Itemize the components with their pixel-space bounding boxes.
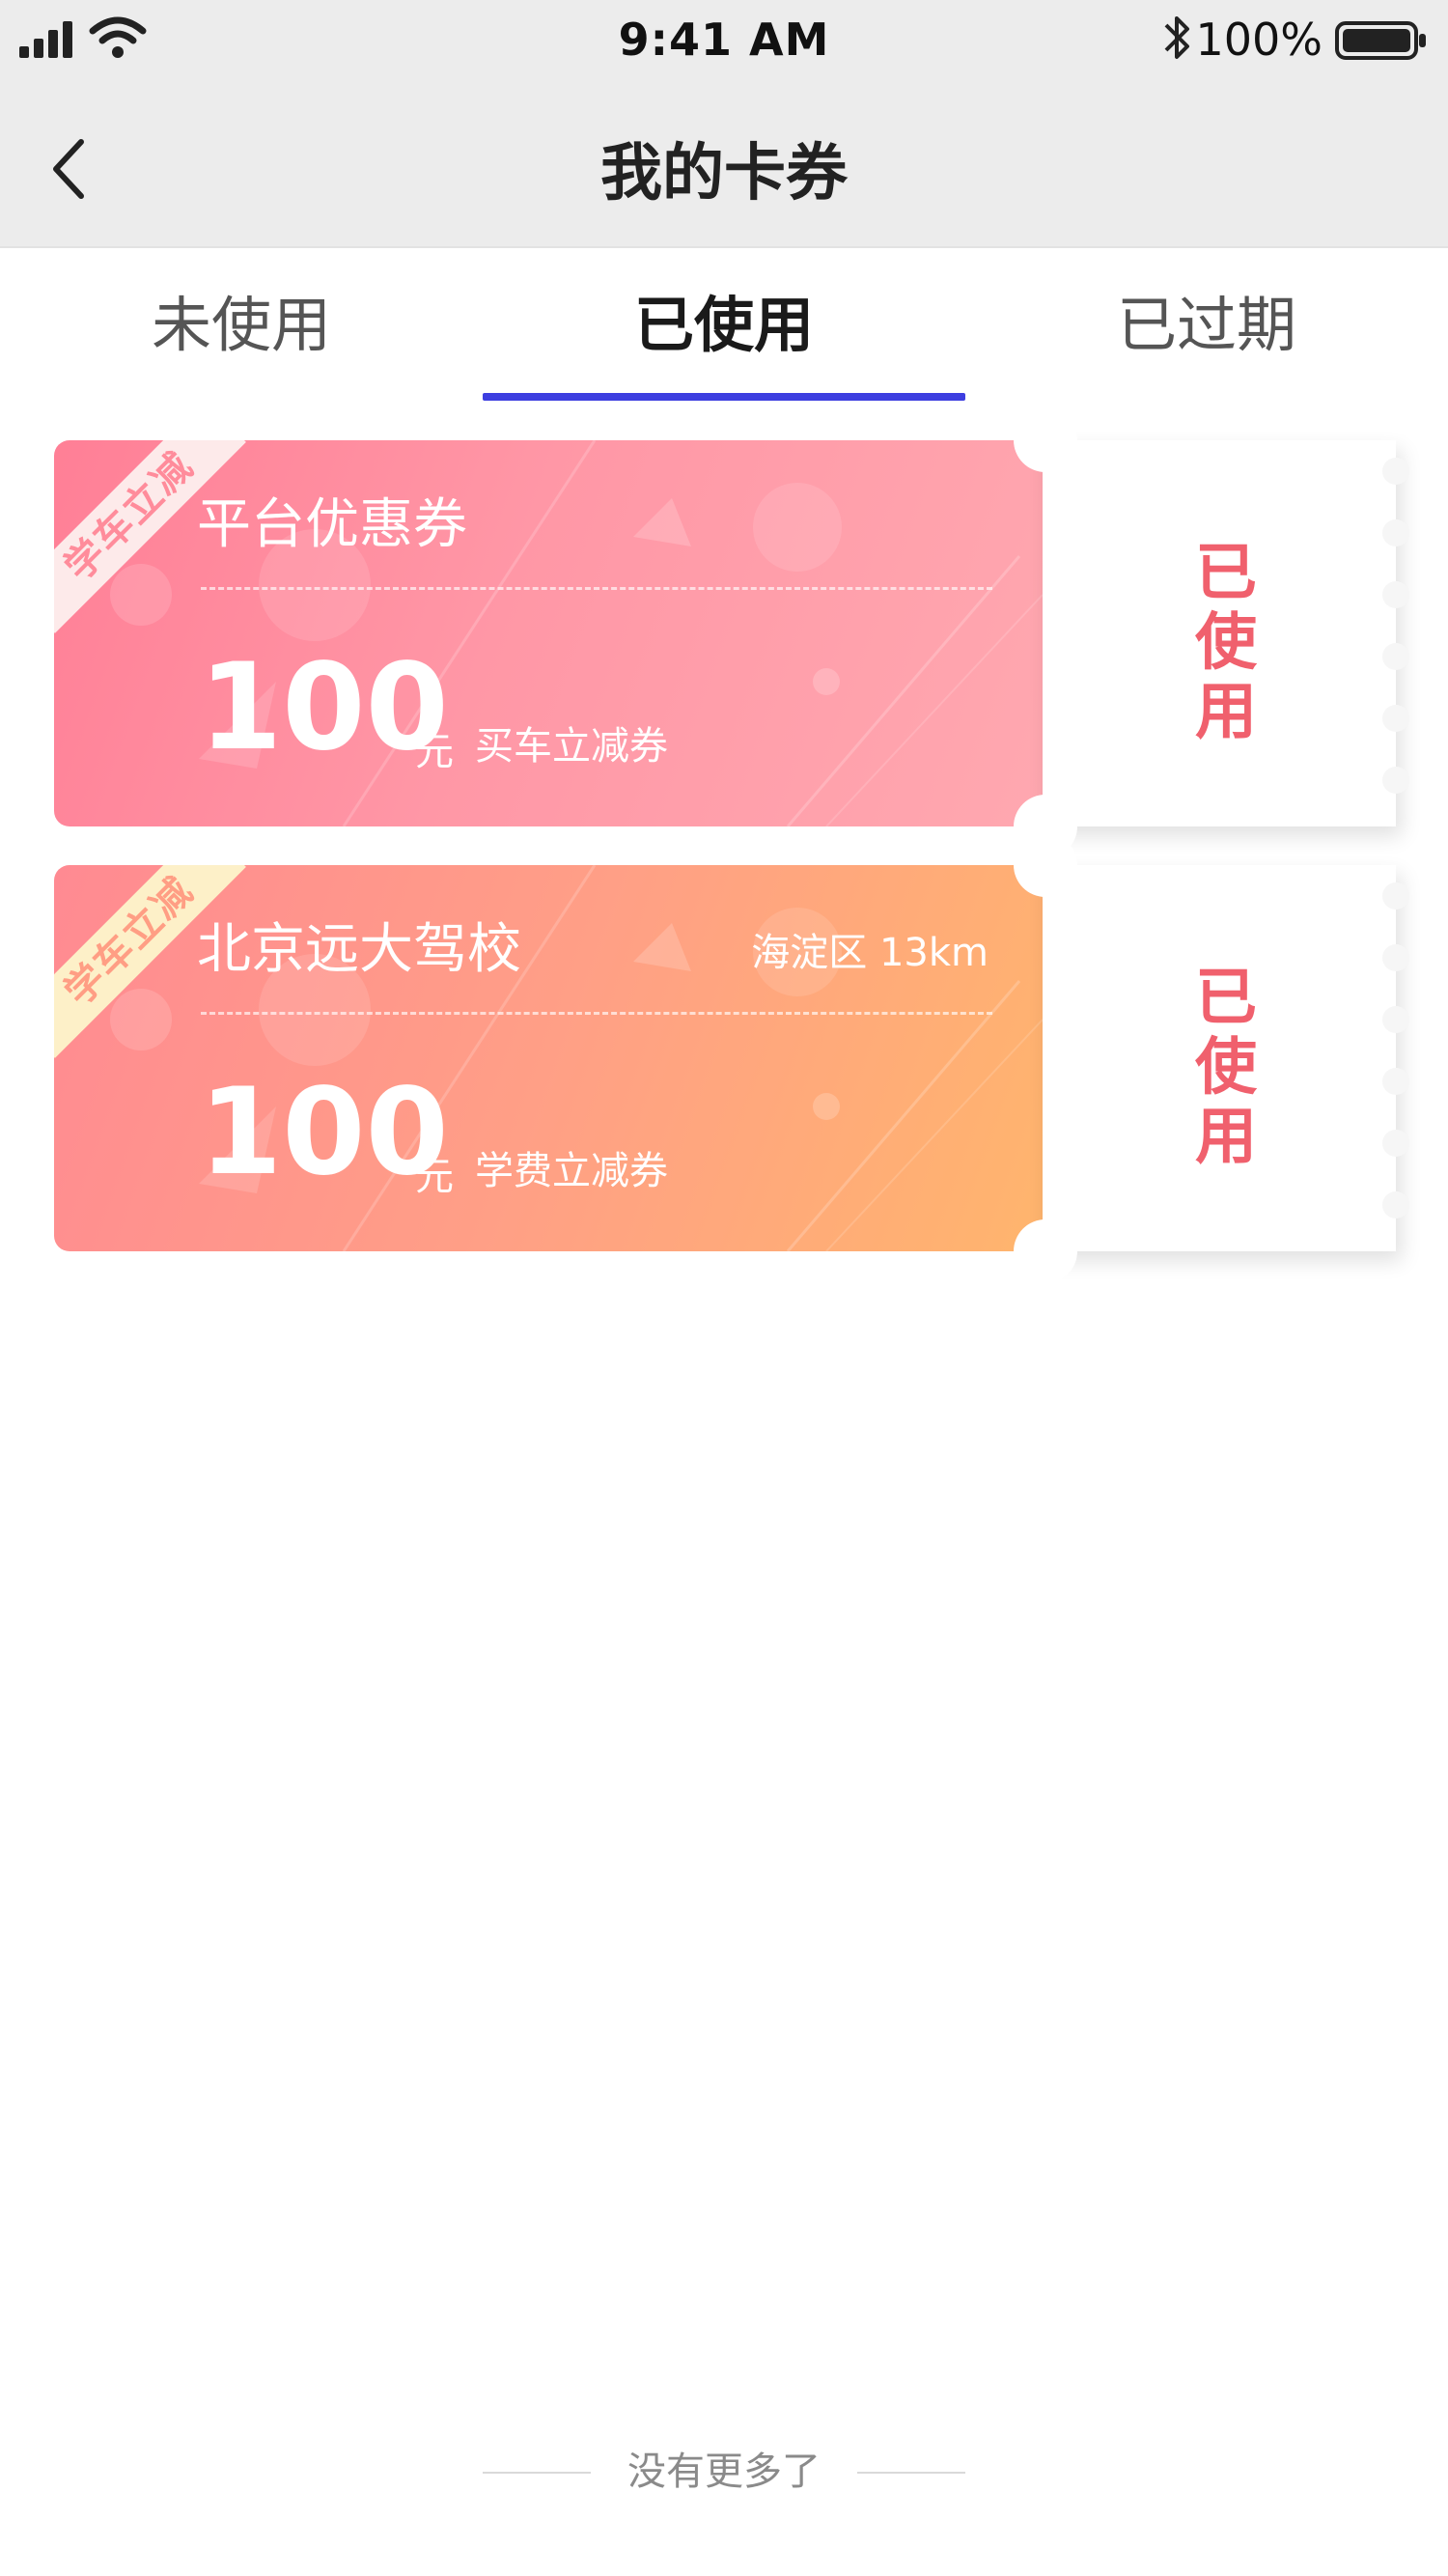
coupon-body: 学车立减 平台优惠券 100 元 买车立减券 [54, 440, 1043, 826]
coupon-amount: 100 [199, 1063, 449, 1202]
perforation [1382, 944, 1409, 971]
coupon-status: 已使用 [1195, 538, 1257, 748]
perforation [1382, 1130, 1409, 1157]
coupon-status: 已使用 [1195, 963, 1257, 1173]
perforation [1382, 643, 1409, 670]
coupon-unit: 元 [415, 1155, 454, 1199]
coupon-card[interactable]: 学车立减 北京远大驾校 海淀区 13km 100 元 学费立减券 已使用 [54, 833, 1409, 1283]
navigation-bar: 我的卡券 [0, 106, 1448, 222]
battery-icon [1335, 21, 1426, 60]
coupon-amount: 100 [199, 638, 449, 777]
no-more-text: 没有更多了 [627, 2450, 821, 2494]
tab-unused[interactable]: 未使用 [0, 248, 483, 403]
coupon-notch-top [1014, 833, 1077, 897]
coupon-notch-bottom [1014, 1219, 1077, 1283]
page-title: 我的卡券 [600, 138, 848, 210]
tab-used[interactable]: 已使用 [483, 248, 965, 403]
coupon-body: 学车立减 北京远大驾校 海淀区 13km 100 元 学费立减券 [54, 865, 1043, 1251]
perforation [1382, 1068, 1409, 1095]
coupon-unit: 元 [415, 730, 454, 774]
tab-expired[interactable]: 已过期 [965, 248, 1448, 403]
coupon-notch-top [1014, 408, 1077, 472]
footer-divider-right [857, 2472, 965, 2474]
perforation [1382, 1006, 1409, 1033]
tab-bar: 未使用 已使用 已过期 [0, 248, 1448, 403]
coupon-stub: 已使用 [1043, 440, 1409, 826]
status-bar: 9:41 AM 100% [0, 0, 1448, 82]
top-bar: 9:41 AM 100% 我的卡券 [0, 0, 1448, 248]
perforation [1382, 581, 1409, 608]
coupon-location: 海淀区 13km [751, 931, 989, 975]
bluetooth-icon [1164, 16, 1189, 59]
perforation [1382, 882, 1409, 910]
coupon-description: 学费立减券 [475, 1149, 668, 1193]
battery-percent: 100% [1195, 14, 1323, 66]
coupon-name: 平台优惠券 [197, 493, 467, 556]
coupon-stub: 已使用 [1043, 865, 1409, 1251]
perforation [1382, 767, 1409, 794]
coupon-divider [201, 587, 992, 590]
list-end-footer: 没有更多了 [0, 2443, 1448, 2501]
coupon-divider [201, 1012, 992, 1015]
coupon-description: 买车立减券 [475, 724, 668, 769]
perforation [1382, 705, 1409, 732]
perforation [1382, 519, 1409, 546]
active-tab-indicator [483, 393, 965, 401]
coupon-card[interactable]: 学车立减 平台优惠券 100 元 买车立减券 已使用 [54, 408, 1409, 858]
perforation [1382, 1191, 1409, 1218]
perforation [1382, 458, 1409, 485]
coupon-name: 北京远大驾校 [197, 918, 521, 981]
